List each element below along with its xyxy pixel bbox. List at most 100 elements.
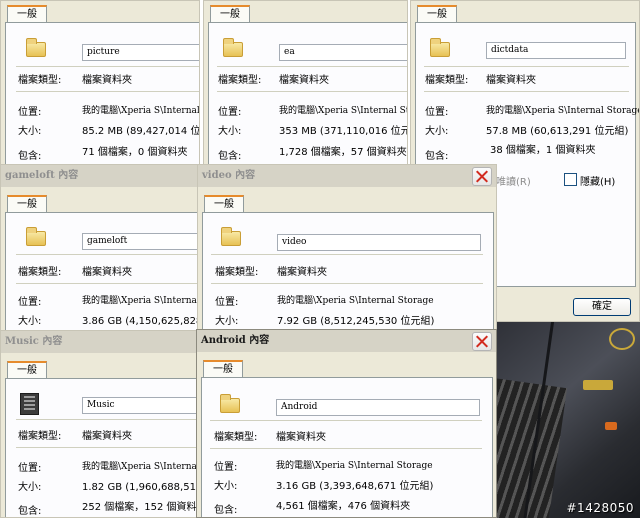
type-label: 檔案類型: [425, 75, 469, 86]
ea-properties-dialog: 一般 ea 檔案類型: 檔案資料夾 位置: 我的電腦\Xperia S\Inte… [203, 0, 408, 165]
close-icon[interactable] [472, 332, 492, 351]
location-label: 位置: [425, 107, 449, 118]
car-photo [497, 322, 640, 518]
folder-name-field[interactable]: video [277, 234, 481, 251]
type-label: 檔案類型: [218, 75, 262, 86]
tab-general[interactable]: 一般 [204, 195, 244, 213]
music-properties-dialog: Music 內容 一般 Music 檔案類型: 檔案資料夾 位置: 我的電腦\X… [0, 330, 200, 518]
type-label: 檔案類型: [18, 267, 62, 278]
divider [16, 283, 199, 284]
contains-value: 71 個檔案，0 個資料夾 [82, 147, 188, 158]
size-label: 大小: [18, 482, 42, 493]
type-value: 檔案資料夾 [82, 267, 132, 278]
divider [217, 66, 407, 67]
contains-label: 包含: [18, 151, 42, 162]
size-value: 3.16 GB (3,393,648,671 位元組) [276, 481, 434, 492]
location-label: 位置: [214, 462, 238, 473]
car-badge [583, 380, 613, 390]
folder-icon [26, 227, 46, 246]
picture-properties-dialog: 一般 picture 檔案類型: 檔案資料夾 位置: 我的電腦\Xperia S… [0, 0, 200, 165]
divider [16, 91, 199, 92]
divider [210, 448, 482, 449]
video-properties-dialog: video 內容 一般 video 檔案類型: 檔案資料夾 位置: 我的電腦\X… [197, 164, 497, 336]
location-label: 位置: [18, 297, 42, 308]
car-logo [609, 328, 635, 350]
folder-icon [430, 38, 450, 57]
dialog-title: video 內容 [198, 165, 496, 187]
general-panel: video 檔案類型: 檔案資料夾 位置: 我的電腦\Xperia S\Inte… [202, 212, 494, 335]
location-value: 我的電腦\Xperia S\Internal Storage [277, 296, 434, 306]
location-label: 位置: [218, 107, 242, 118]
divider [217, 91, 407, 92]
folder-name-field[interactable]: dictdata [486, 42, 626, 59]
folder-name-field[interactable]: ea [279, 44, 407, 61]
folder-icon [221, 227, 241, 246]
location-value: 我的電腦\Xperia S\Internal Storage [279, 106, 407, 116]
tab-general[interactable]: 一般 [417, 5, 457, 23]
type-label: 檔案類型: [215, 267, 259, 278]
type-value: 檔案資料夾 [277, 267, 327, 278]
divider [424, 91, 629, 92]
contains-label: 包含: [425, 151, 449, 162]
hidden-label: 隱藏(H) [580, 177, 616, 188]
folder-name-field[interactable]: Music [82, 397, 199, 414]
dialog-title: Music 內容 [1, 331, 199, 353]
size-value: 85.2 MB (89,427,014 位元組 [82, 126, 200, 137]
tab-general[interactable]: 一般 [7, 361, 47, 379]
contains-value: 252 個檔案，152 個資料夾 [82, 502, 200, 513]
tab-general[interactable]: 一般 [7, 195, 47, 213]
contains-label: 包含: [18, 506, 42, 517]
dialog-title: Android 內容 [197, 330, 496, 352]
android-properties-dialog: Android 內容 一般 Android 檔案類型: 檔案資料夾 位置: 我的… [196, 329, 497, 518]
contains-value: 1,728 個檔案，57 個資料夾 [279, 147, 407, 158]
size-label: 大小: [218, 126, 242, 137]
tab-general[interactable]: 一般 [7, 5, 47, 23]
folder-name-field[interactable]: gameloft [82, 233, 199, 250]
divider [16, 447, 199, 448]
size-value: 57.8 MB (60,613,291 位元組) [486, 126, 629, 137]
contains-label: 包含: [214, 505, 238, 516]
folder-icon [26, 38, 46, 57]
size-label: 大小: [18, 316, 42, 327]
watermark: #1428050 [566, 501, 634, 515]
close-icon[interactable] [472, 167, 492, 186]
location-label: 位置: [18, 463, 42, 474]
ok-button[interactable]: 確定 [573, 298, 631, 316]
divider [16, 419, 199, 420]
general-panel: picture 檔案類型: 檔案資料夾 位置: 我的電腦\Xperia S\In… [5, 22, 200, 164]
location-value: 我的電腦\Xperia S\Internal Storage [486, 106, 640, 116]
folder-name-field[interactable]: picture [82, 44, 199, 61]
location-label: 位置: [18, 107, 42, 118]
media-folder-icon [20, 393, 39, 415]
size-label: 大小: [425, 126, 449, 137]
location-label: 位置: [215, 297, 239, 308]
contains-value: 4,561 個檔案，476 個資料夾 [276, 501, 411, 512]
general-panel: gameloft 檔案類型: 檔案資料夾 位置: 我的電腦\Xperia S\I… [5, 212, 200, 335]
folder-icon [223, 38, 243, 57]
location-value: 我的電腦\Xperia S\Internal Storage [276, 461, 433, 471]
folder-icon [220, 394, 240, 413]
general-panel: Music 檔案類型: 檔案資料夾 位置: 我的電腦\Xperia S\Inte… [5, 378, 200, 517]
size-value: 3.86 GB (4,150,625,828 位元 [82, 316, 200, 327]
tab-general[interactable]: 一般 [203, 360, 243, 378]
size-value: 353 MB (371,110,016 位元組) [279, 126, 407, 137]
type-label: 檔案類型: [214, 432, 258, 443]
general-panel: ea 檔案類型: 檔案資料夾 位置: 我的電腦\Xperia S\Interna… [208, 22, 407, 164]
readonly-label: 唯讀(R) [496, 177, 531, 188]
tab-general[interactable]: 一般 [210, 5, 250, 23]
size-label: 大小: [215, 316, 239, 327]
type-label: 檔案類型: [18, 75, 62, 86]
general-panel: Android 檔案類型: 檔案資料夾 位置: 我的電腦\Xperia S\In… [201, 377, 493, 517]
divider [16, 66, 199, 67]
size-label: 大小: [18, 126, 42, 137]
divider [211, 254, 483, 255]
contains-label: 包含: [218, 151, 242, 162]
size-label: 大小: [214, 481, 238, 492]
type-value: 檔案資料夾 [82, 431, 132, 442]
location-value: 我的電腦\Xperia S\Internal St [82, 106, 200, 116]
size-value: 7.92 GB (8,512,245,530 位元組) [277, 316, 435, 327]
divider [424, 66, 629, 67]
hidden-checkbox[interactable] [564, 173, 577, 186]
divider [16, 254, 199, 255]
folder-name-field[interactable]: Android [276, 399, 480, 416]
